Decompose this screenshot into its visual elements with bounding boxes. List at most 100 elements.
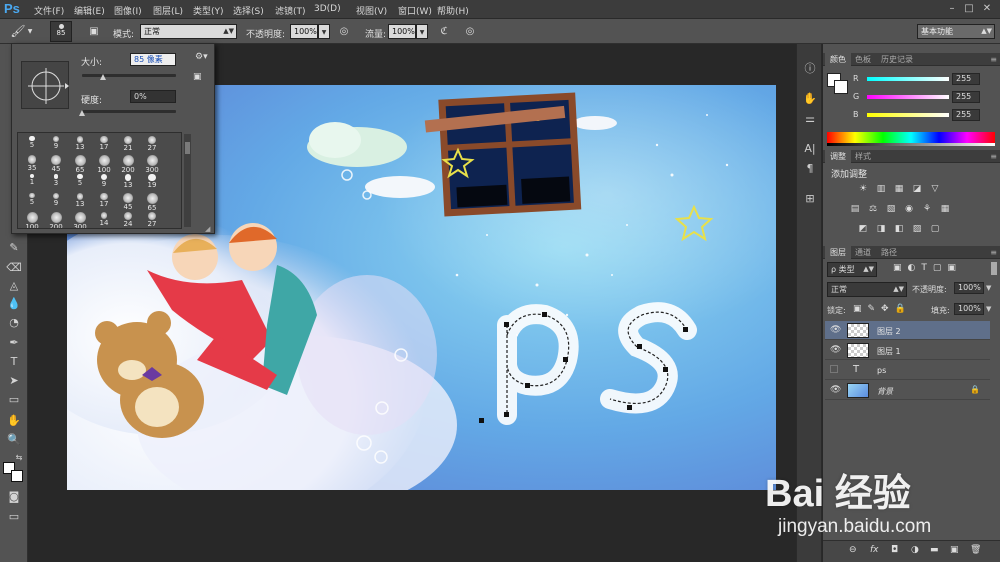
color-balance-icon[interactable]: ⚖	[867, 204, 879, 214]
selective-color-icon[interactable]: ▢	[929, 224, 941, 234]
levels-icon[interactable]: ▥	[875, 184, 887, 194]
quick-mask-icon[interactable]: ◙	[5, 489, 23, 505]
invert-icon[interactable]: ◩	[857, 224, 869, 234]
vibrance-icon[interactable]: ▽	[929, 184, 941, 194]
workspace-dropdown[interactable]: 基本功能 ▲▼	[917, 24, 995, 39]
photo-filter-icon[interactable]: ◉	[903, 204, 915, 214]
menu-file[interactable]: 文件(F)	[34, 4, 64, 17]
pen-icon[interactable]: ✒	[5, 335, 23, 351]
mode-dropdown[interactable]: 正常 ▲▼	[140, 24, 237, 39]
tab-paths[interactable]: 路径	[876, 246, 902, 259]
tab-color[interactable]: 颜色	[825, 53, 851, 66]
brush-preset[interactable]: 17	[92, 135, 116, 155]
layer-comps-icon[interactable]: ⊞	[801, 190, 819, 208]
maximize-icon[interactable]: □	[962, 2, 976, 16]
tool-preset-arrow-icon[interactable]: ▼	[26, 24, 34, 39]
blend-mode-dropdown[interactable]: 正常 ▲▼	[827, 282, 907, 297]
tab-history[interactable]: 历史记录	[876, 53, 918, 66]
chevron-down-icon[interactable]: ▼	[986, 305, 991, 313]
brush-preset[interactable]: 100	[92, 154, 116, 174]
brush-grid-scrollbar[interactable]	[184, 134, 191, 227]
brush-preset[interactable]: 13	[68, 135, 92, 155]
scrollbar-thumb[interactable]	[185, 142, 190, 154]
blur-icon[interactable]: 💧	[5, 296, 23, 312]
brush-preset[interactable]: 1	[20, 173, 44, 193]
history-brush-icon[interactable]: ✎	[5, 240, 23, 256]
brush-angle-preview[interactable]	[21, 61, 69, 109]
panel-menu-icon[interactable]: ≡	[990, 150, 997, 163]
paint-bucket-icon[interactable]: ◬	[5, 278, 23, 294]
curves-icon[interactable]: ▦	[893, 184, 905, 194]
menu-window[interactable]: 窗口(W)	[398, 4, 432, 17]
brush-picker-button[interactable]: 85	[50, 21, 72, 42]
character-icon[interactable]: A|	[801, 140, 819, 158]
posterize-icon[interactable]: ◨	[875, 224, 887, 234]
layer-row[interactable]: 👁 背景 🔒	[825, 381, 990, 400]
group-folder-icon[interactable]: ▬	[930, 545, 939, 555]
channel-b-slider[interactable]	[867, 113, 949, 117]
chevron-down-icon[interactable]: ▼	[986, 284, 991, 292]
threshold-icon[interactable]: ◧	[893, 224, 905, 234]
eraser-icon[interactable]: ⌫	[5, 260, 23, 276]
exposure-icon[interactable]: ◪	[911, 184, 923, 194]
resize-grip-icon[interactable]: ◢	[205, 225, 210, 233]
brush-preset[interactable]: 13	[68, 192, 92, 212]
brush-preset[interactable]: 300	[140, 154, 164, 174]
size-slider[interactable]	[82, 74, 176, 80]
screen-mode-icon[interactable]: ▭	[5, 509, 23, 525]
tab-adjustments[interactable]: 调整	[825, 150, 851, 163]
gradient-map-icon[interactable]: ▨	[911, 224, 923, 234]
dodge-icon[interactable]: ◔	[5, 315, 23, 331]
brush-preset[interactable]: 5	[68, 173, 92, 193]
color-lookup-icon[interactable]: ▦	[939, 204, 951, 214]
brush-preset[interactable]: 17	[92, 192, 116, 212]
minimize-icon[interactable]: –	[945, 2, 959, 16]
size-slider-thumb[interactable]	[99, 74, 106, 80]
layer-filter-dropdown[interactable]: ρ 类型 ▲▼	[827, 262, 877, 277]
channel-g-value[interactable]: 255	[952, 91, 980, 103]
brush-preset[interactable]: 24	[116, 211, 140, 228]
layer-opacity-input[interactable]: 100%	[954, 282, 984, 294]
trash-icon[interactable]: 🗑	[970, 545, 981, 555]
brush-preset[interactable]: 13	[116, 173, 140, 193]
adjustment-layer-icon[interactable]: ◑	[911, 545, 919, 555]
menu-edit[interactable]: 编辑(E)	[74, 4, 105, 17]
type-tool-icon[interactable]: T	[5, 354, 23, 370]
brush-preset[interactable]: 19	[140, 173, 164, 193]
tab-layers[interactable]: 图层	[825, 246, 851, 259]
brush-preset[interactable]: 45	[44, 154, 68, 174]
brush-preset[interactable]: 9	[44, 192, 68, 212]
size-input[interactable]: 85 像素	[130, 53, 176, 66]
color-background-swatch[interactable]	[834, 80, 848, 94]
menu-help[interactable]: 帮助(H)	[437, 4, 469, 17]
channel-g-slider[interactable]	[867, 95, 949, 99]
brush-preset[interactable]: 200	[116, 154, 140, 174]
brush-preset[interactable]: 9	[92, 173, 116, 193]
zoom-icon[interactable]: 🔍	[5, 432, 23, 448]
menu-filter[interactable]: 滤镜(T)	[275, 4, 306, 17]
menu-layer[interactable]: 图层(L)	[153, 4, 183, 17]
menu-view[interactable]: 视图(V)	[356, 4, 387, 17]
channel-mixer-icon[interactable]: ⚘	[921, 204, 933, 214]
channel-r-slider[interactable]	[867, 77, 949, 81]
brush-preset[interactable]: 35	[20, 154, 44, 174]
flow-field[interactable]: 100%	[388, 24, 416, 39]
pressure-size-icon[interactable]: ◎	[462, 24, 478, 39]
link-layers-icon[interactable]: ⊖	[849, 545, 857, 555]
menu-image[interactable]: 图像(I)	[114, 4, 142, 17]
channel-b-value[interactable]: 255	[952, 109, 980, 121]
brush-preset[interactable]: 5	[20, 135, 44, 155]
pressure-opacity-icon[interactable]: ◎	[336, 24, 352, 39]
rectangle-icon[interactable]: ▭	[5, 392, 23, 408]
brush-panel-icon[interactable]: ⚌	[801, 110, 819, 128]
brush-preset[interactable]: 65	[140, 192, 164, 212]
hand-icon[interactable]: ✋	[5, 413, 23, 429]
brush-preset[interactable]: 300	[68, 211, 92, 228]
visibility-off-box[interactable]	[830, 365, 838, 373]
brush-panel-toggle-icon[interactable]: ▣	[86, 24, 102, 39]
brush-preset[interactable]: 27	[140, 135, 164, 155]
lock-icons[interactable]: ▣✎✥🔒	[853, 304, 912, 314]
brush-preset[interactable]: 21	[116, 135, 140, 155]
layer-row[interactable]: 👁 图层 1	[825, 341, 990, 360]
tab-channels[interactable]: 通道	[850, 246, 876, 259]
